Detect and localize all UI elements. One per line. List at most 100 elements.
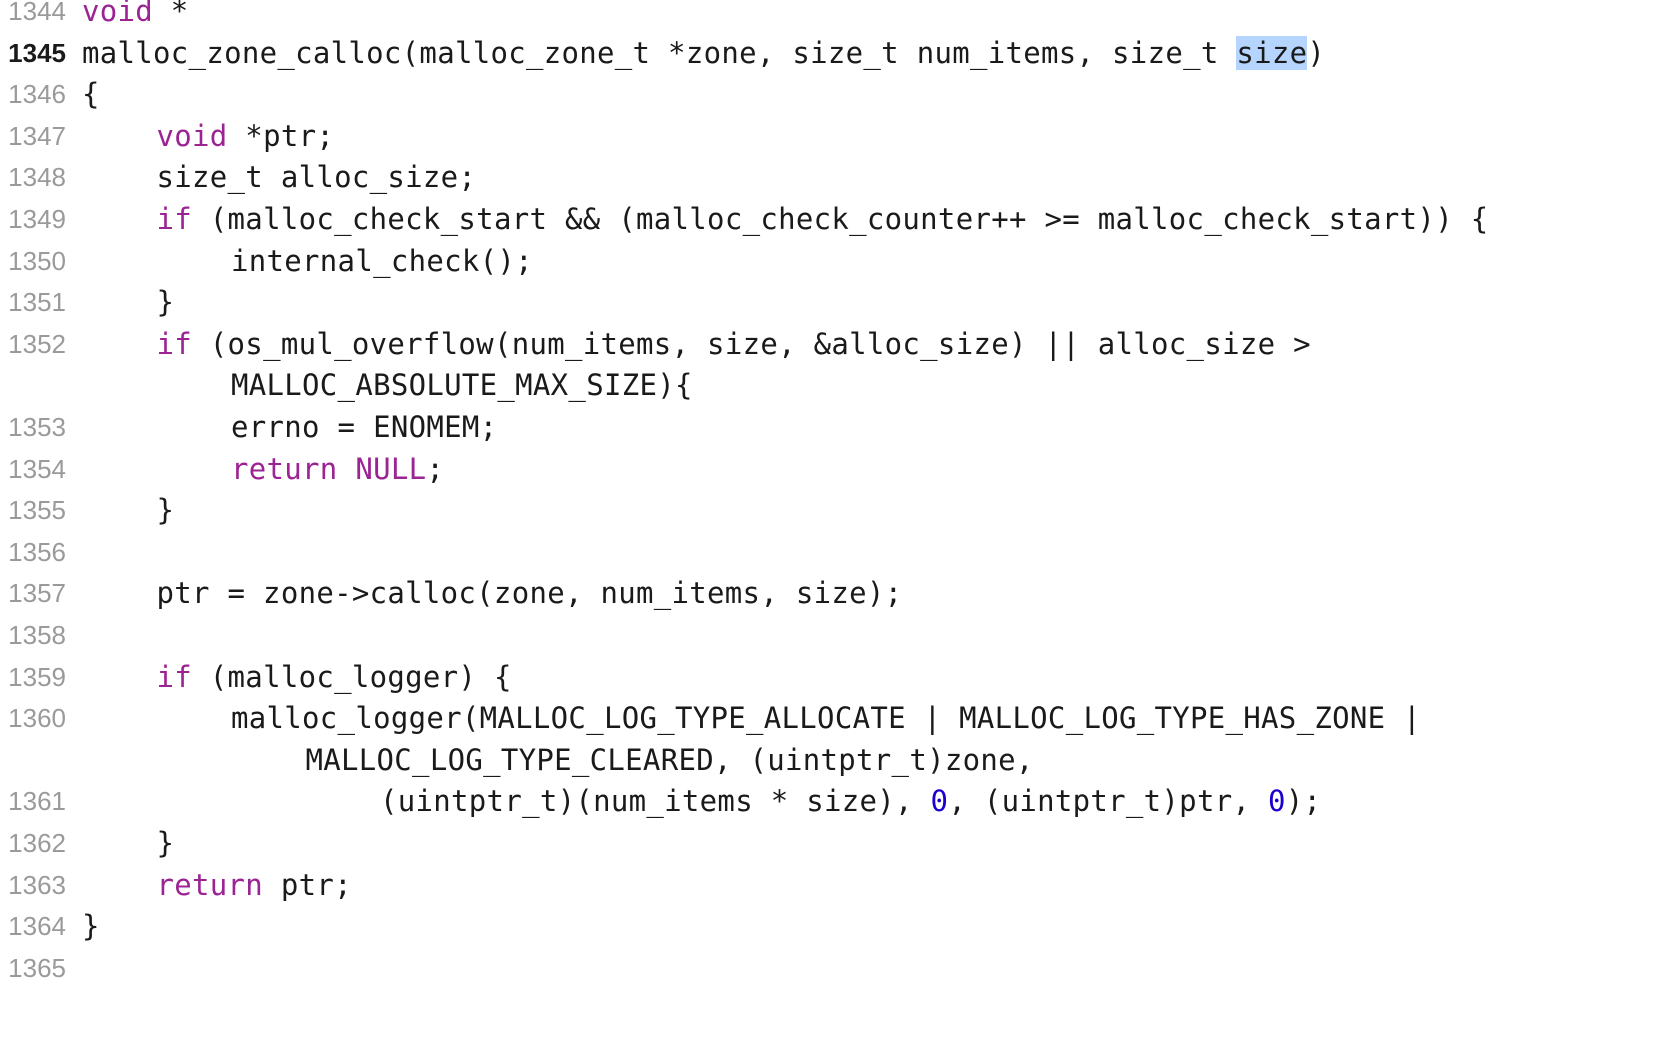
code-line[interactable]: 1359 if (malloc_logger) { xyxy=(0,655,1662,699)
code-token: errno = ENOMEM; xyxy=(231,410,498,444)
code-line[interactable]: 1354 return NULL; xyxy=(0,447,1662,491)
line-number: 1346 xyxy=(8,79,66,110)
code-line[interactable]: 1357 ptr = zone->calloc(zone, num_items, … xyxy=(0,571,1662,615)
line-number: 1354 xyxy=(8,453,66,484)
code-text: if (malloc_check_start && (malloc_check_… xyxy=(157,197,1489,241)
code-text: } xyxy=(157,488,175,532)
line-number: 1356 xyxy=(8,536,66,567)
keyword-token: NULL xyxy=(355,451,427,486)
code-token: *ptr; xyxy=(227,118,335,153)
line-number: 1359 xyxy=(8,661,66,692)
code-token: } xyxy=(82,909,100,944)
code-text: if (os_mul_overflow(num_items, size, &al… xyxy=(157,322,1311,366)
keyword-token: return xyxy=(156,867,264,902)
code-line[interactable]: 1349 if (malloc_check_start && (malloc_ch… xyxy=(0,197,1662,241)
keyword-token: if xyxy=(156,326,193,361)
line-number: 1349 xyxy=(8,204,66,234)
line-number: 1345 xyxy=(8,37,66,68)
code-token: ); xyxy=(1285,784,1322,819)
line-number: 1344 xyxy=(8,0,66,26)
line-number: 1353 xyxy=(8,412,66,442)
code-token: (uintptr_t)(num_items * size), xyxy=(380,784,931,819)
code-text: errno = ENOMEM; xyxy=(231,405,497,449)
code-line[interactable]: 1351} xyxy=(0,280,1662,324)
code-line[interactable]: 1352 if (os_mul_overflow(num_items, size,… xyxy=(0,322,1662,366)
code-token: } xyxy=(156,285,175,320)
code-editor[interactable]: 1344 void * 1345 malloc_zone_calloc(malloc_… xyxy=(0,0,1662,1050)
code-text: malloc_zone_calloc(malloc_zone_t *zone, … xyxy=(82,31,1325,75)
code-text: } xyxy=(157,280,175,324)
code-line[interactable]: 1355} xyxy=(0,488,1662,532)
code-line[interactable]: 1345 malloc_zone_calloc(malloc_zone_t *zo… xyxy=(0,31,1662,75)
code-text: malloc_logger(MALLOC_LOG_TYPE_ALLOCATE |… xyxy=(231,696,1421,740)
code-token: size_t alloc_size; xyxy=(156,160,477,195)
code-line[interactable]: 1365 xyxy=(0,946,1662,990)
code-token: ptr; xyxy=(263,867,352,902)
line-number: 1348 xyxy=(8,162,66,193)
code-line[interactable]: 1358 xyxy=(0,613,1662,657)
code-line[interactable]: 1344 void * xyxy=(0,0,1662,33)
code-line[interactable]: 1353 errno = ENOMEM; xyxy=(0,405,1662,449)
code-text: } xyxy=(82,904,100,948)
code-text: return NULL; xyxy=(231,447,444,491)
code-line[interactable]: MALLOC_ABSOLUTE_MAX_SIZE){ xyxy=(0,363,1662,407)
code-text: if (malloc_logger) { xyxy=(157,655,512,699)
code-line[interactable]: MALLOC_LOG_TYPE_CLEARED, (uintptr_t)zone… xyxy=(0,738,1662,782)
code-text: (uintptr_t)(num_items * size), 0, (uintp… xyxy=(380,779,1321,823)
code-line[interactable]: 1363 return ptr; xyxy=(0,863,1662,907)
code-token: MALLOC_ABSOLUTE_MAX_SIZE){ xyxy=(231,368,693,403)
line-number: 1350 xyxy=(8,245,66,276)
code-token: malloc_logger(MALLOC_LOG_TYPE_ALLOCATE |… xyxy=(231,701,1421,736)
code-line[interactable]: 1356 xyxy=(0,530,1662,574)
code-text: } xyxy=(157,821,175,865)
code-token: MALLOC_LOG_TYPE_CLEARED, (uintptr_t)zone… xyxy=(305,742,1034,777)
line-number: 1360 xyxy=(8,703,66,734)
code-line[interactable]: 1364} xyxy=(0,904,1662,948)
code-text: return ptr; xyxy=(157,863,352,907)
code-token: internal_check(); xyxy=(231,243,533,278)
code-line[interactable]: 1362} xyxy=(0,821,1662,865)
number-token: 0 xyxy=(930,784,949,819)
line-number: 1361 xyxy=(8,786,66,817)
line-number: 1355 xyxy=(8,495,66,526)
keyword-token: return xyxy=(231,451,338,486)
code-token: ; xyxy=(426,451,445,486)
code-token: malloc_zone_calloc(malloc_zone_t *zone, … xyxy=(82,35,1237,70)
keyword-token: void xyxy=(156,118,228,153)
line-number: 1352 xyxy=(8,328,66,359)
keyword-token: if xyxy=(156,659,193,694)
line-number: 1363 xyxy=(8,869,66,900)
number-token: 0 xyxy=(1267,784,1286,819)
code-line[interactable]: 1361 (uintptr_t)(num_items * size), 0, (u… xyxy=(0,779,1662,823)
line-number: 1358 xyxy=(8,620,66,650)
code-line[interactable]: 1360 malloc_logger(MALLOC_LOG_TYPE_ALLOCA… xyxy=(0,696,1662,740)
code-token: * xyxy=(153,0,189,28)
code-text: MALLOC_LOG_TYPE_CLEARED, (uintptr_t)zone… xyxy=(306,738,1034,782)
code-token: ptr = zone->calloc(zone, num_items, size… xyxy=(156,576,903,611)
code-text: { xyxy=(82,72,100,116)
code-text: internal_check(); xyxy=(231,239,533,283)
code-token: (malloc_check_start && (malloc_check_cou… xyxy=(192,202,1489,236)
code-text: ptr = zone->calloc(zone, num_items, size… xyxy=(157,571,903,615)
code-line[interactable]: 1350 internal_check(); xyxy=(0,239,1662,283)
line-number: 1347 xyxy=(8,120,66,151)
code-token: { xyxy=(82,77,100,112)
line-number: 1362 xyxy=(8,828,66,858)
code-token: } xyxy=(156,493,175,528)
code-token: (os_mul_overflow(num_items, size, &alloc… xyxy=(192,326,1311,361)
code-token: (malloc_logger) { xyxy=(192,659,512,694)
code-text: size_t alloc_size; xyxy=(157,155,477,199)
code-line[interactable]: 1346 { xyxy=(0,72,1662,116)
code-text: void * xyxy=(82,0,189,33)
line-number: 1357 xyxy=(8,578,66,609)
code-token: } xyxy=(156,826,175,860)
line-number: 1365 xyxy=(8,952,66,983)
keyword-token: if xyxy=(156,202,193,236)
code-token: , (uintptr_t)ptr, xyxy=(948,784,1268,819)
line-number: 1364 xyxy=(8,911,66,942)
keyword-token: void xyxy=(82,0,154,28)
code-line[interactable]: 1348 size_t alloc_size; xyxy=(0,155,1662,199)
code-line[interactable]: 1347 void *ptr; xyxy=(0,114,1662,158)
code-text: MALLOC_ABSOLUTE_MAX_SIZE){ xyxy=(231,363,693,407)
